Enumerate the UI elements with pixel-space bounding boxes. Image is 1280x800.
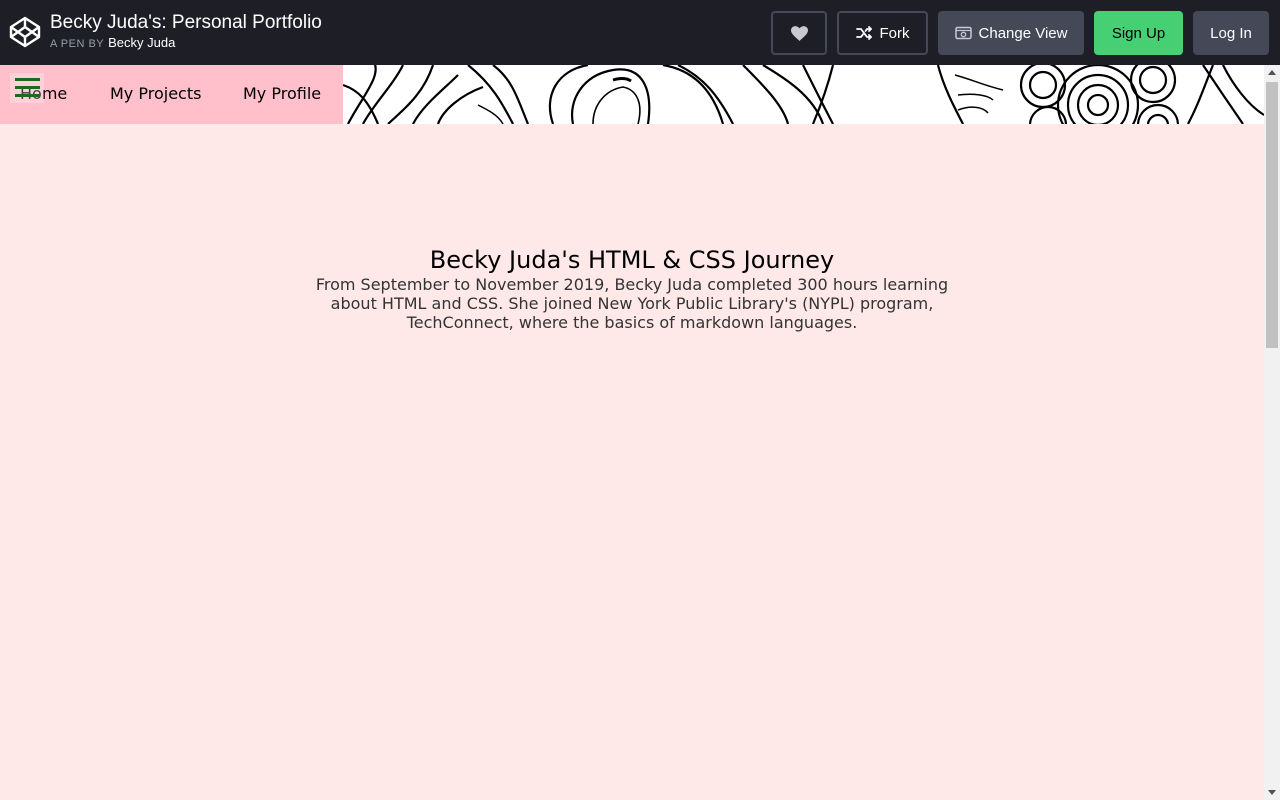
doodle-pattern-icon xyxy=(343,65,1264,124)
pen-by-prefix: A PEN BY xyxy=(50,38,105,50)
pen-preview: Home My Projects My Profile Becky Juda's… xyxy=(0,65,1280,800)
pen-title: Becky Juda's: Personal Portfolio xyxy=(50,12,322,33)
nav-profile-link[interactable]: My Profile xyxy=(243,84,321,104)
change-view-label: Change View xyxy=(978,24,1068,42)
vertical-scrollbar[interactable] xyxy=(1264,65,1280,800)
pen-by-line: A PEN BY Becky Juda xyxy=(50,36,322,51)
sign-up-button[interactable]: Sign Up xyxy=(1094,11,1183,55)
log-in-button[interactable]: Log In xyxy=(1193,11,1269,55)
hero-description: From September to November 2019, Becky J… xyxy=(315,275,949,332)
fork-label: Fork xyxy=(879,24,910,42)
scrollbar-thumb[interactable] xyxy=(1266,82,1278,348)
codepen-header: Becky Juda's: Personal Portfolio A PEN B… xyxy=(0,0,1280,65)
hero-title: Becky Juda's HTML & CSS Journey xyxy=(429,246,835,274)
hamburger-menu-icon[interactable] xyxy=(10,73,44,103)
nav-projects-link[interactable]: My Projects xyxy=(110,84,201,104)
fork-icon xyxy=(855,26,873,40)
fork-button[interactable]: Fork xyxy=(837,11,928,55)
codepen-logo-icon[interactable] xyxy=(9,16,41,48)
scroll-down-arrow-icon[interactable] xyxy=(1268,790,1276,795)
heart-icon xyxy=(790,25,808,41)
scroll-up-arrow-icon[interactable] xyxy=(1268,70,1276,75)
change-view-icon xyxy=(954,26,972,40)
like-button[interactable] xyxy=(771,11,827,55)
doodle-banner-image xyxy=(343,65,1264,124)
pen-author-link[interactable]: Becky Juda xyxy=(108,35,175,50)
pen-title-block: Becky Juda's: Personal Portfolio A PEN B… xyxy=(50,11,322,51)
hero-section: Becky Juda's HTML & CSS Journey From Sep… xyxy=(0,245,1264,332)
portfolio-navbar: Home My Projects My Profile xyxy=(0,65,343,124)
change-view-button[interactable]: Change View xyxy=(938,11,1084,55)
